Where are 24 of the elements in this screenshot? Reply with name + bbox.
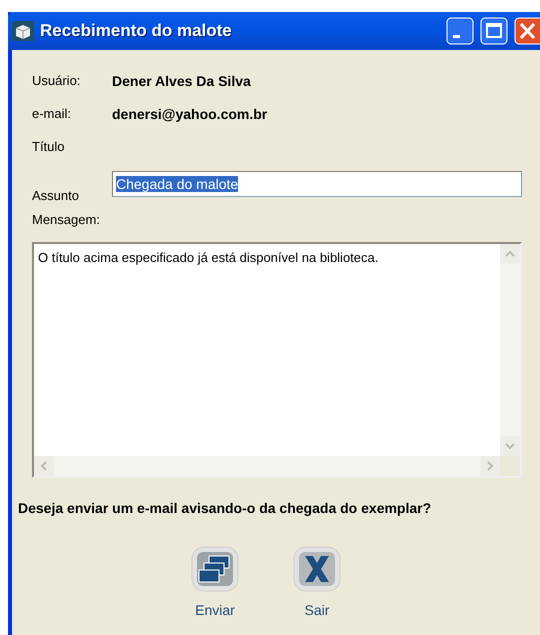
box-icon	[12, 21, 34, 41]
scroll-right-icon[interactable]	[480, 456, 500, 476]
minimize-icon[interactable]	[446, 17, 474, 45]
field-value: Dener Alves Da Silva	[112, 72, 251, 88]
message-field[interactable]: O título acima especificado já está disponível na biblioteca.	[32, 242, 522, 478]
envelopes-icon	[191, 546, 239, 592]
field-label: Assunto	[32, 188, 80, 203]
field-label: Título	[32, 139, 66, 154]
subject-field[interactable]: Chegada do malote	[112, 171, 522, 197]
field-label: e-mail:	[32, 106, 72, 121]
question-text: Deseja enviar um e-mail avisando-o da chegada do exemplar?	[18, 500, 432, 516]
scroll-left-icon[interactable]	[34, 456, 54, 476]
field-value: denersi@yahoo.com.br	[112, 106, 268, 122]
x-mark-icon	[293, 546, 341, 592]
scrollbar-corner	[500, 456, 520, 476]
send-button[interactable]: Enviar	[186, 546, 244, 618]
window-title: Recebimento do malote	[40, 21, 233, 41]
exit-button[interactable]: Sair	[288, 546, 346, 618]
scroll-up-icon[interactable]	[500, 244, 520, 264]
close-icon[interactable]	[514, 17, 540, 45]
scroll-down-icon[interactable]	[500, 436, 520, 456]
field-label: Usuário:	[32, 73, 82, 88]
field-label: Mensagem:	[32, 212, 101, 227]
maximize-icon[interactable]	[480, 17, 508, 45]
